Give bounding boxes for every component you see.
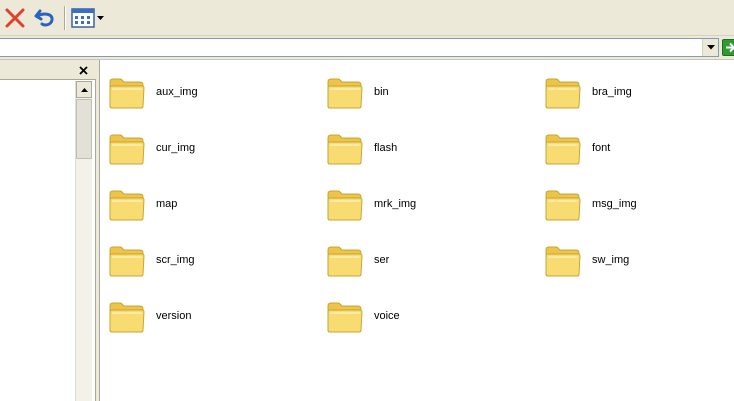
address-input[interactable] xyxy=(0,38,719,57)
folder-label: font xyxy=(592,142,611,154)
folder-label: sw_img xyxy=(592,254,630,266)
folder-label: version xyxy=(156,310,192,322)
folder-item-msg-img[interactable]: msg_img xyxy=(544,184,734,224)
file-grid: aux_img bin bra_img cur_img flash font m… xyxy=(108,72,734,352)
delete-button[interactable] xyxy=(2,4,28,32)
close-icon xyxy=(78,65,88,75)
folder-icon xyxy=(109,78,145,109)
folder-label: ser xyxy=(374,254,390,266)
pane-close-button[interactable] xyxy=(76,63,90,77)
go-arrow-icon xyxy=(726,42,734,53)
toolbar xyxy=(0,0,734,36)
views-grid-icon xyxy=(70,8,95,28)
toolbar-separator xyxy=(64,6,66,30)
folder-label: map xyxy=(156,198,178,210)
folder-item-mrk-img[interactable]: mrk_img xyxy=(326,184,544,224)
scroll-up-button[interactable] xyxy=(76,81,92,98)
folder-item-flash[interactable]: flash xyxy=(326,128,544,168)
vertical-scrollbar[interactable] xyxy=(75,81,92,401)
folder-item-scr-img[interactable]: scr_img xyxy=(108,240,326,280)
folder-label: flash xyxy=(374,142,398,154)
folder-icon xyxy=(109,246,145,277)
file-list-view: aux_img bin bra_img cur_img flash font m… xyxy=(100,60,734,401)
folder-item-map[interactable]: map xyxy=(108,184,326,224)
folder-label: mrk_img xyxy=(374,198,417,210)
address-dropdown-button[interactable] xyxy=(702,39,718,56)
address-bar xyxy=(0,36,734,60)
folder-label: bin xyxy=(374,86,389,98)
scroll-thumb[interactable] xyxy=(76,99,92,159)
folder-icon xyxy=(327,78,363,109)
folder-label: bra_img xyxy=(592,86,632,98)
undo-button[interactable] xyxy=(31,4,59,32)
folders-pane-header xyxy=(0,60,96,80)
folder-item-version[interactable]: version xyxy=(108,296,326,336)
folder-label: voice xyxy=(374,310,400,322)
folder-icon xyxy=(327,302,363,333)
folder-icon xyxy=(109,134,145,165)
folder-item-ser[interactable]: ser xyxy=(326,240,544,280)
chevron-down-icon xyxy=(706,45,715,50)
views-button[interactable] xyxy=(70,4,104,32)
chevron-down-icon xyxy=(96,15,104,20)
folder-icon xyxy=(545,246,581,277)
folders-pane xyxy=(0,60,96,401)
go-button[interactable] xyxy=(722,39,734,56)
folder-icon xyxy=(545,134,581,165)
folder-icon xyxy=(545,78,581,109)
folder-label: cur_img xyxy=(156,142,196,154)
folder-item-bra-img[interactable]: bra_img xyxy=(544,72,734,112)
folder-icon xyxy=(327,246,363,277)
folder-icon xyxy=(545,190,581,221)
folder-item-cur-img[interactable]: cur_img xyxy=(108,128,326,168)
folder-item-font[interactable]: font xyxy=(544,128,734,168)
folder-item-sw-img[interactable]: sw_img xyxy=(544,240,734,280)
folder-icon xyxy=(327,190,363,221)
undo-icon xyxy=(34,9,54,27)
delete-icon xyxy=(5,8,25,28)
folder-label: aux_img xyxy=(156,86,198,98)
scroll-up-arrow-icon xyxy=(80,87,88,92)
folder-label: msg_img xyxy=(592,198,637,210)
folder-icon xyxy=(109,190,145,221)
folder-icon xyxy=(327,134,363,165)
folder-label: scr_img xyxy=(156,254,195,266)
folder-icon xyxy=(109,302,145,333)
folder-item-voice[interactable]: voice xyxy=(326,296,544,336)
folder-item-aux-img[interactable]: aux_img xyxy=(108,72,326,112)
folder-item-bin[interactable]: bin xyxy=(326,72,544,112)
